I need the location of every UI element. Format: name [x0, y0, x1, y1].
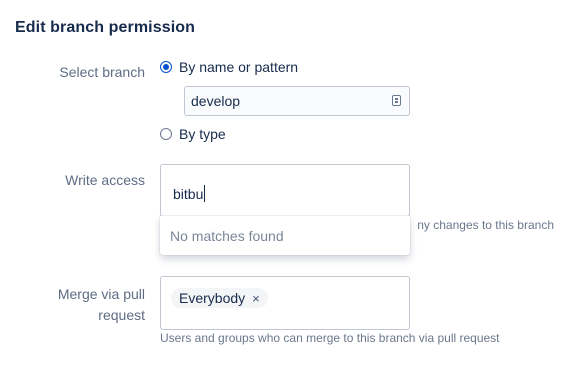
merge-access-input[interactable]: Everybody ×	[160, 276, 410, 330]
select-branch-label: Select branch	[59, 64, 145, 80]
close-icon[interactable]: ×	[252, 291, 260, 306]
write-access-typed-text: bitbu	[173, 185, 204, 202]
write-access-suggestions-dropdown: No matches found	[160, 216, 410, 255]
radio-unchecked-icon[interactable]	[160, 128, 172, 140]
merge-help: Users and groups who can merge to this b…	[160, 331, 500, 345]
branch-list-icon[interactable]	[392, 95, 401, 106]
write-access-input[interactable]: bitbu	[160, 164, 410, 217]
merge-label-line1: Merge via pull	[57, 286, 145, 302]
merge-label-line2: request	[98, 307, 145, 323]
tag-everybody: Everybody ×	[171, 288, 268, 308]
text-caret	[204, 185, 206, 202]
radio-by-name-or-pattern[interactable]: By name or pattern	[160, 59, 298, 75]
merge-label: Merge via pull request	[0, 285, 145, 324]
radio-by-type[interactable]: By type	[160, 126, 226, 142]
write-access-label: Write access	[65, 172, 145, 188]
radio-by-name-label: By name or pattern	[179, 59, 299, 75]
branch-pattern-value: develop	[191, 93, 241, 109]
branch-pattern-input[interactable]: develop	[184, 86, 410, 116]
radio-checked-icon[interactable]	[160, 61, 172, 73]
radio-by-type-label: By type	[179, 126, 226, 142]
page-title: Edit branch permission	[15, 19, 196, 36]
tag-label: Everybody	[179, 290, 246, 306]
no-matches-message: No matches found	[170, 228, 284, 244]
